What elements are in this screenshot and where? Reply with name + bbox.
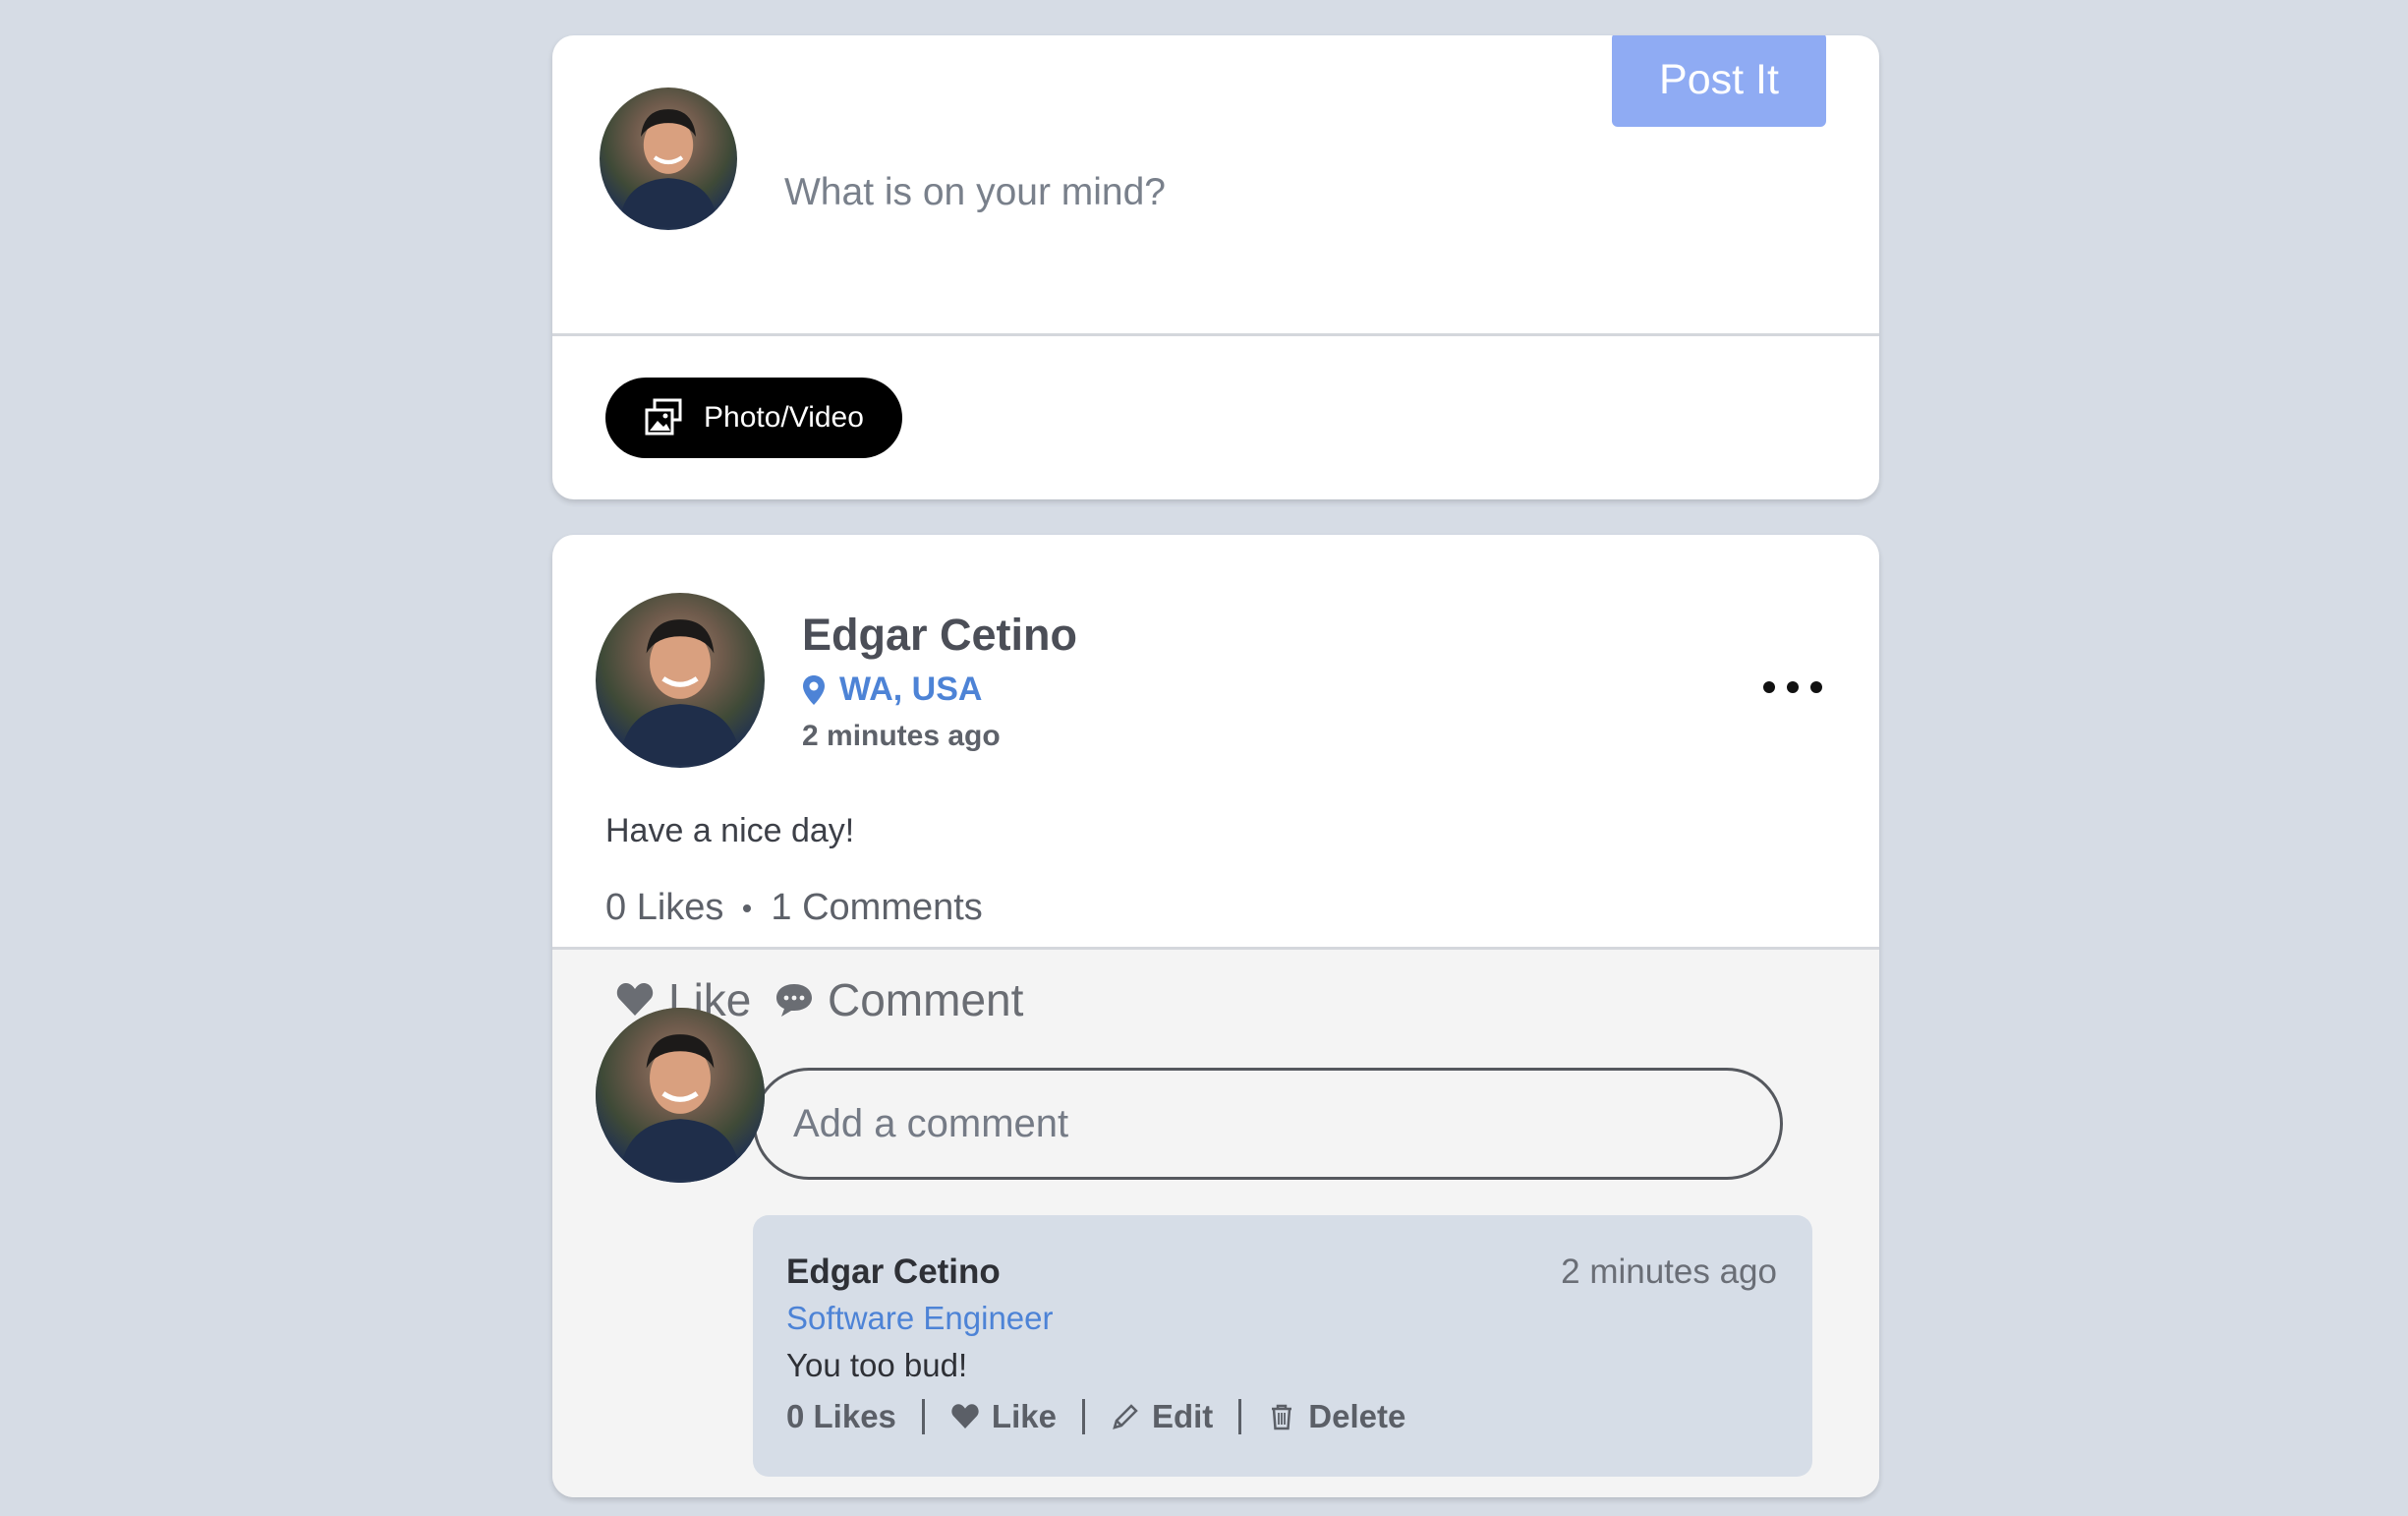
comment-actions: 0 Likes Like Edit Delete <box>786 1398 1405 1435</box>
dot-icon <box>1787 681 1799 693</box>
add-comment-input[interactable] <box>753 1068 1783 1180</box>
comment-timestamp: 2 minutes ago <box>1561 1253 1777 1291</box>
location-label: WA, USA <box>839 671 983 708</box>
comment-like-label: Like <box>991 1398 1057 1434</box>
post-author-name[interactable]: Edgar Cetino <box>802 610 1077 661</box>
user-avatar <box>600 87 737 230</box>
comment-item: Edgar Cetino 2 minutes ago Software Engi… <box>753 1215 1812 1477</box>
comment-like-button[interactable]: Like <box>950 1398 1057 1435</box>
comment-delete-label: Delete <box>1308 1398 1406 1434</box>
post-author-avatar[interactable] <box>596 593 765 768</box>
divider <box>1081 1399 1085 1434</box>
likes-count[interactable]: 0 Likes <box>605 887 723 929</box>
post-body-text: Have a nice day! <box>605 812 855 849</box>
dot-icon <box>1763 681 1775 693</box>
composer-toolbar: Photo/Video Post It <box>552 35 1879 499</box>
post-interaction-area: Like Comment Add a comment Edgar Cetino … <box>552 947 1879 1497</box>
post-composer-card: Photo/Video Post It <box>552 35 1879 499</box>
heart-icon <box>951 1404 979 1429</box>
comment-author-avatar[interactable] <box>596 1008 765 1183</box>
person-photo-icon <box>619 619 741 765</box>
post-it-button[interactable]: Post It <box>1612 35 1826 127</box>
person-photo-icon <box>618 109 718 228</box>
post-stats: 0 Likes 1 Comments <box>605 887 983 929</box>
pencil-icon <box>1113 1404 1138 1429</box>
whats-on-your-mind-input[interactable] <box>784 153 1816 232</box>
more-options-button[interactable] <box>1763 672 1822 702</box>
comment-delete-button[interactable]: Delete <box>1267 1398 1405 1435</box>
speech-bubble-icon <box>776 984 812 1017</box>
trash-icon <box>1272 1404 1292 1430</box>
comment-author-title: Software Engineer <box>786 1300 1054 1336</box>
dot-icon <box>1810 681 1822 693</box>
comment-likes-count: 0 Likes <box>786 1398 896 1434</box>
post-location: WA, USA <box>802 671 982 709</box>
post-card: Edgar Cetino WA, USA 2 minutes ago Have … <box>552 535 1879 1497</box>
image-gallery-icon <box>645 398 682 436</box>
comment-button[interactable]: Comment <box>774 973 1023 1026</box>
map-pin-icon <box>803 674 825 705</box>
comment-text: You too bud! <box>786 1347 968 1383</box>
separator-dot <box>743 904 752 912</box>
comment-label: Comment <box>828 974 1024 1025</box>
photo-video-label: Photo/Video <box>704 401 864 434</box>
comment-edit-label: Edit <box>1151 1398 1214 1434</box>
comments-count[interactable]: 1 Comments <box>771 887 982 929</box>
comment-author-name[interactable]: Edgar Cetino <box>786 1253 1001 1292</box>
divider <box>921 1399 925 1434</box>
post-timestamp: 2 minutes ago <box>802 720 1001 752</box>
person-photo-icon <box>619 1034 741 1180</box>
comment-edit-button[interactable]: Edit <box>1111 1398 1213 1435</box>
divider <box>1238 1399 1242 1434</box>
photo-video-button[interactable]: Photo/Video <box>605 378 902 458</box>
